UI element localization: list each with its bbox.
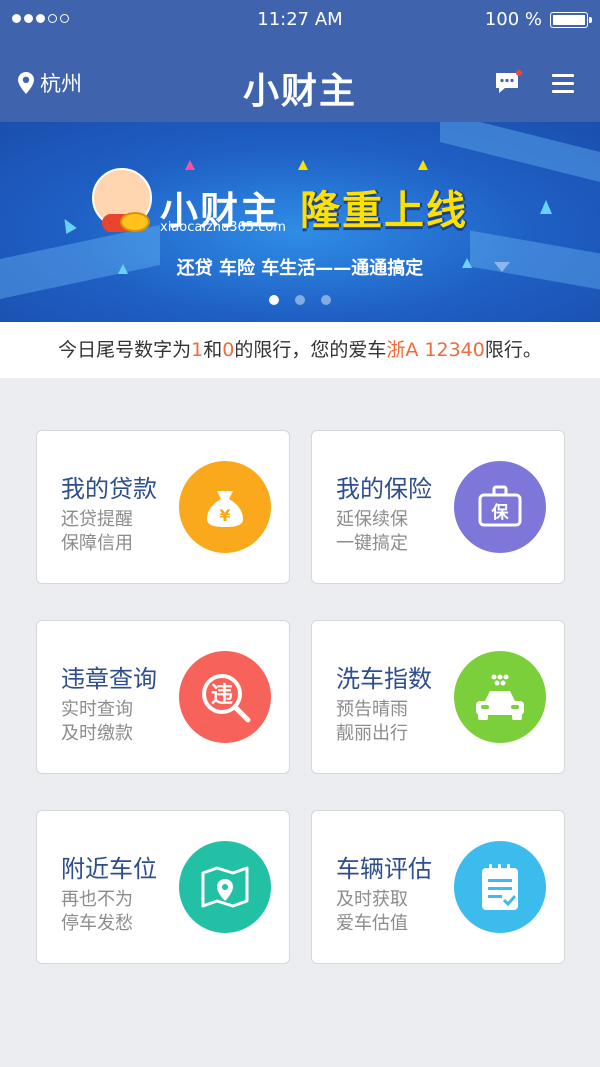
card-violation-query[interactable]: 违章查询 实时查询 及时缴款 违: [36, 620, 290, 774]
card-nearby-parking[interactable]: 附近车位 再也不为 停车发愁: [36, 810, 290, 964]
map-pin-icon: [179, 841, 271, 933]
card-subtitle: 实时查询: [61, 699, 133, 720]
violation-search-icon: 违: [179, 651, 271, 743]
insurance-case-icon: 保: [454, 461, 546, 553]
money-bag-glyph: ¥: [219, 506, 230, 525]
violation-glyph: 违: [211, 682, 233, 708]
card-my-loan[interactable]: 我的贷款 还贷提醒 保障信用 ¥: [36, 430, 290, 584]
car-wash-icon: [454, 651, 546, 743]
card-subtitle: 及时缴款: [61, 723, 133, 744]
license-plate: 浙A 12340: [386, 339, 485, 361]
card-title: 违章查询: [61, 665, 157, 693]
card-subtitle: 再也不为: [61, 889, 133, 910]
card-subtitle: 及时获取: [336, 889, 408, 910]
notepad-icon: [454, 841, 546, 933]
card-subtitle: 一键搞定: [336, 533, 408, 554]
money-bag-icon: ¥: [179, 461, 271, 553]
message-icon[interactable]: [494, 70, 522, 100]
card-subtitle: 靓丽出行: [336, 723, 408, 744]
carousel-indicator[interactable]: [0, 295, 600, 305]
notice-text: 和: [203, 339, 223, 361]
nav-bar: 杭州 小财主: [0, 52, 600, 112]
status-bar: 11:27 AM 100 %: [0, 0, 600, 40]
card-car-wash-index[interactable]: 洗车指数 预告晴雨 靓丽出行: [311, 620, 565, 774]
app-header: 11:27 AM 100 % 杭州 小财主: [0, 0, 600, 122]
card-subtitle: 预告晴雨: [336, 699, 408, 720]
menu-icon[interactable]: [552, 74, 574, 98]
banner-subtitle: 还贷 车险 车生活——通通搞定: [176, 258, 424, 279]
card-subtitle: 停车发愁: [61, 913, 133, 934]
insurance-glyph: 保: [491, 502, 510, 523]
notice-text: 的限行，您的爱车: [234, 339, 387, 361]
banner-slogan: 隆重上线: [300, 188, 468, 234]
card-title: 车辆评估: [336, 855, 432, 883]
card-title: 洗车指数: [336, 665, 432, 693]
restricted-digit: 0: [222, 339, 235, 361]
carousel-dot[interactable]: [295, 295, 305, 305]
banner-url: xiaocaizhu365.com: [160, 220, 286, 235]
traffic-restriction-notice: 今日尾号数字为1和0的限行，您的爱车浙A 12340限行。: [0, 322, 600, 378]
promo-banner[interactable]: 小财主 xiaocaizhu365.com 隆重上线 还贷 车险 车生活——通通…: [0, 122, 600, 322]
card-title: 附近车位: [61, 855, 157, 883]
card-my-insurance[interactable]: 我的保险 延保续保 一键搞定 保: [311, 430, 565, 584]
card-subtitle: 保障信用: [61, 533, 133, 554]
card-subtitle: 爱车估值: [336, 913, 408, 934]
card-vehicle-valuation[interactable]: 车辆评估 及时获取 爱车估值: [311, 810, 565, 964]
card-subtitle: 还贷提醒: [61, 509, 133, 530]
card-subtitle: 延保续保: [336, 509, 408, 530]
battery-percent: 100 %: [484, 9, 542, 30]
card-title: 我的保险: [336, 475, 432, 503]
notice-text: 今日尾号数字为: [58, 339, 192, 361]
carousel-dot[interactable]: [269, 295, 279, 305]
restricted-digit: 1: [191, 339, 204, 361]
gold-ingot-icon: [120, 212, 150, 232]
card-title: 我的贷款: [61, 475, 157, 503]
battery-icon: [550, 12, 592, 28]
notice-text: 限行。: [484, 339, 542, 361]
carousel-dot[interactable]: [321, 295, 331, 305]
